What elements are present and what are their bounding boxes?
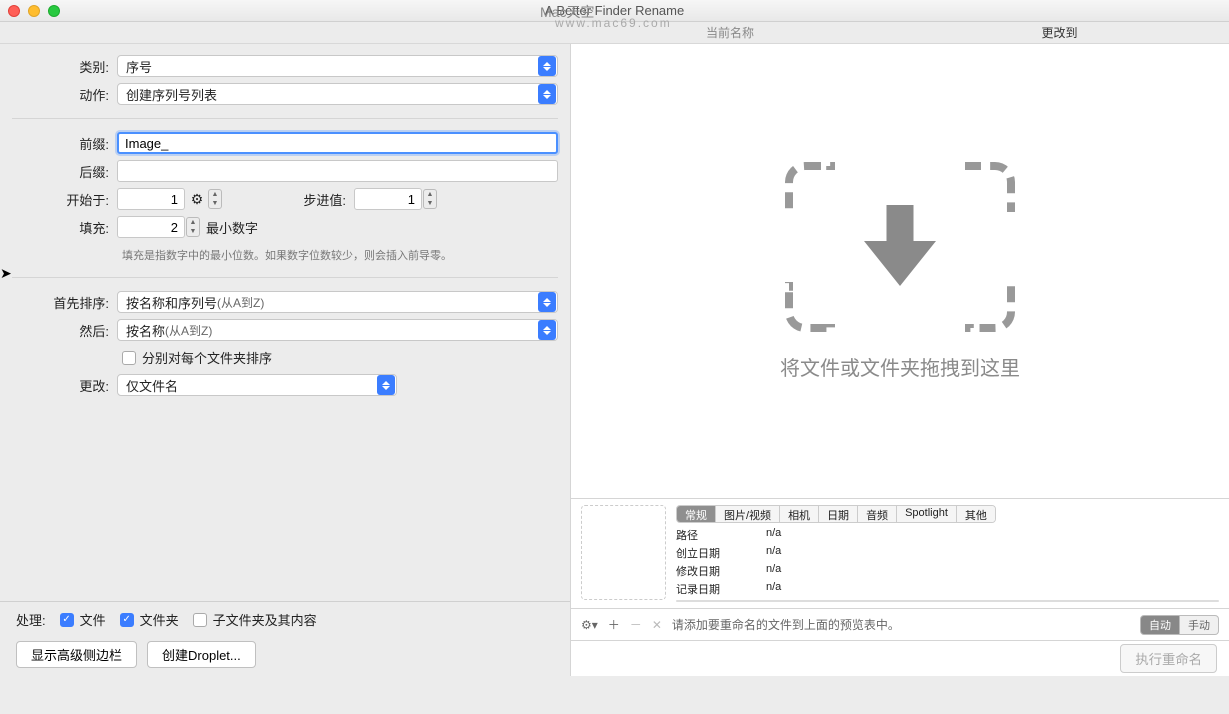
info-recorded-label: 记录日期 [676, 581, 766, 597]
prefix-label: 前缀: [12, 134, 117, 153]
close-window-button[interactable] [8, 5, 20, 17]
tab-other[interactable]: 其他 [957, 506, 995, 522]
suffix-label: 后缀: [12, 162, 117, 181]
step-input[interactable] [354, 188, 422, 210]
sort1-label: 首先排序: [12, 293, 117, 312]
fill-unit: 最小数字 [206, 218, 258, 237]
dropzone[interactable]: 将文件或文件夹拖拽到这里 [571, 44, 1229, 498]
fill-hint: 填充是指数字中的最小位数。如果数字位数较少，则会插入前导零。 [122, 247, 570, 263]
category-label: 类别: [12, 57, 117, 76]
execute-rename-button[interactable]: 执行重命名 [1120, 644, 1217, 673]
dropdown-arrow-icon [377, 375, 395, 395]
sort2-select[interactable]: 按名称 (从A到Z) [117, 319, 558, 341]
sort1-select[interactable]: 按名称和序列号 (从A到Z) [117, 291, 558, 313]
step-stepper[interactable]: ▲▼ [423, 189, 437, 209]
files-checkbox[interactable]: ✓ [60, 613, 74, 627]
info-modified-value: n/a [766, 563, 781, 579]
sort-each-folder-checkbox[interactable] [122, 351, 136, 365]
subfolders-checkbox[interactable] [193, 613, 207, 627]
subfolders-label: 子文件夹及其内容 [213, 610, 317, 629]
tab-image-video[interactable]: 图片/视频 [716, 506, 780, 522]
folders-label: 文件夹 [140, 610, 179, 629]
suffix-input[interactable] [117, 160, 558, 182]
show-sidebar-button[interactable]: 显示高级侧边栏 [16, 641, 137, 668]
info-created-label: 创立日期 [676, 545, 766, 561]
tab-general[interactable]: 常规 [677, 506, 716, 522]
sort2-value: 按名称 [126, 321, 165, 340]
tab-camera[interactable]: 相机 [780, 506, 819, 522]
clear-button[interactable]: ✕ [652, 618, 662, 632]
prefix-input[interactable] [117, 132, 558, 154]
action-select[interactable]: 创建序列号列表 [117, 83, 558, 105]
dropzone-icon [785, 162, 1015, 332]
info-path-label: 路径 [676, 527, 766, 543]
dropzone-text: 将文件或文件夹拖拽到这里 [780, 352, 1020, 381]
info-created-value: n/a [766, 545, 781, 561]
change-label: 更改: [12, 376, 117, 395]
folders-checkbox[interactable]: ✓ [120, 613, 134, 627]
sort1-sub: (从A到Z) [217, 294, 264, 311]
dropdown-arrow-icon [538, 56, 556, 76]
sort2-sub: (从A到Z) [165, 322, 212, 339]
tab-spotlight[interactable]: Spotlight [897, 506, 957, 522]
start-input[interactable] [117, 188, 185, 210]
fill-input[interactable] [117, 216, 185, 238]
gear-icon[interactable]: ⚙ [187, 189, 207, 209]
remove-button[interactable]: － [630, 616, 642, 633]
dropdown-arrow-icon [538, 320, 556, 340]
cursor-icon: ➤ [0, 265, 12, 282]
manual-button[interactable]: 手动 [1180, 615, 1219, 635]
files-label: 文件 [80, 610, 106, 629]
action-label: 动作: [12, 85, 117, 104]
fill-label: 填充: [12, 218, 117, 237]
category-select[interactable]: 序号 [117, 55, 558, 77]
tab-date[interactable]: 日期 [819, 506, 858, 522]
info-empty-box [676, 600, 1219, 602]
auto-button[interactable]: 自动 [1140, 615, 1180, 635]
fill-stepper[interactable]: ▲▼ [186, 217, 200, 237]
actionbar-hint: 请添加要重命名的文件到上面的预览表中。 [672, 616, 900, 633]
dropdown-arrow-icon [538, 84, 556, 104]
process-label: 处理: [16, 610, 46, 629]
info-tabs: 常规 图片/视频 相机 日期 音频 Spotlight 其他 [676, 505, 996, 523]
action-value: 创建序列号列表 [126, 85, 217, 104]
info-recorded-value: n/a [766, 581, 781, 597]
watermark-url: www.mac69.com [555, 16, 672, 30]
step-label: 步进值: [282, 190, 354, 209]
zoom-window-button[interactable] [48, 5, 60, 17]
info-path-value: n/a [766, 527, 781, 543]
thumbnail-placeholder [581, 505, 666, 600]
column-header-change-to: 更改到 [890, 24, 1229, 41]
change-select[interactable]: 仅文件名 [117, 374, 397, 396]
minimize-window-button[interactable] [28, 5, 40, 17]
create-droplet-button[interactable]: 创建Droplet... [147, 641, 256, 668]
sort1-value: 按名称和序列号 [126, 293, 217, 312]
change-value: 仅文件名 [126, 376, 178, 395]
add-button[interactable]: ＋ [608, 616, 620, 633]
dropdown-arrow-icon [538, 292, 556, 312]
sort-each-folder-label: 分别对每个文件夹排序 [142, 348, 272, 367]
category-value: 序号 [126, 57, 152, 76]
download-arrow-icon [855, 195, 945, 298]
start-stepper[interactable]: ▲▼ [208, 189, 222, 209]
start-label: 开始于: [12, 190, 117, 209]
sort2-label: 然后: [12, 321, 117, 340]
info-modified-label: 修改日期 [676, 563, 766, 579]
tab-audio[interactable]: 音频 [858, 506, 897, 522]
gear-menu-icon[interactable]: ⚙▾ [581, 618, 598, 632]
